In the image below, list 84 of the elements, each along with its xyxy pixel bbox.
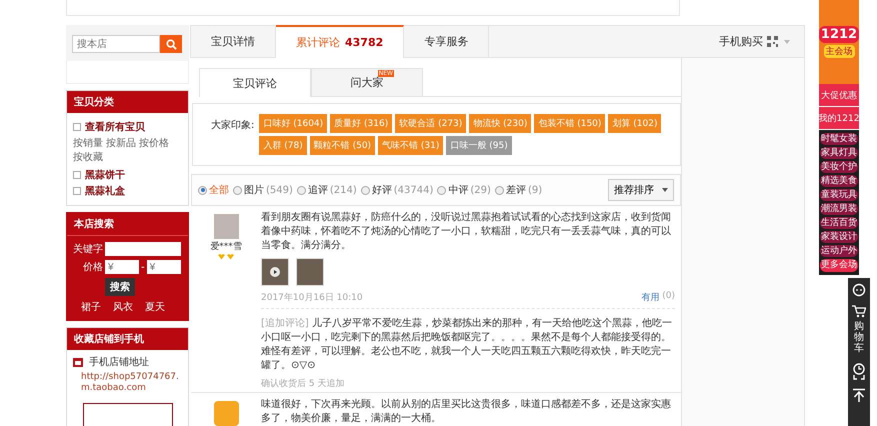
caret-icon: [662, 188, 668, 192]
tab[interactable]: 累计评论 43782: [276, 25, 404, 58]
checkbox-icon[interactable]: [73, 171, 81, 179]
phone-store-icon: [73, 358, 83, 366]
username: 爱***雪: [210, 240, 242, 253]
followup-text: [追加评论] 儿子八岁平常不爱吃生蒜，炒菜都拣出来的那种，有一天给他吃这个黑蒜，他吃一小口呕一小口，吃完剩下的黑蒜然后把晚饭都呕完了。。。。果然不是每个人都能接受得的。难怪有差评，可以理解。老公也不吃，就我一个人一天吃四五颗五六颗吃得欢快，昨天吃完一罐了。⊙▽⊙: [261, 317, 673, 373]
filter-count: (9): [528, 184, 542, 196]
venue-link[interactable]: 运动户外: [820, 245, 858, 257]
category-link[interactable]: 查看所有宝贝: [85, 120, 145, 134]
photo-thumbnail[interactable]: [296, 258, 324, 286]
hot-word-link[interactable]: 风衣: [113, 300, 133, 314]
followup-time: 确认收货后 5 天追加: [261, 378, 346, 390]
sort-link[interactable]: 按新品: [106, 136, 136, 150]
radio-button[interactable]: [494, 186, 504, 194]
radio-button[interactable]: [296, 186, 306, 194]
search-button[interactable]: [160, 35, 182, 53]
rank-hearts-icon: [218, 254, 234, 260]
price-label: 价格: [82, 260, 103, 274]
keyword-field[interactable]: [105, 242, 181, 256]
avatar: [214, 401, 238, 426]
venue-link[interactable]: 家具灯具: [820, 147, 858, 159]
keyword-label: 关键字: [72, 242, 103, 256]
sub-tab[interactable]: 宝贝评论: [199, 68, 311, 97]
filter-label[interactable]: 追评: [308, 183, 328, 197]
panel-title: 宝贝分类: [67, 91, 188, 113]
venue-link[interactable]: 美妆个护: [820, 161, 858, 173]
search-icon: [166, 38, 176, 50]
filter-label[interactable]: 中评: [448, 183, 468, 197]
review-date: 2017年10月16日 10:10: [261, 292, 363, 304]
sort-link[interactable]: 按收藏: [73, 150, 103, 164]
qr-code-icon[interactable]: [767, 36, 778, 47]
review-text: 味道很好，下次再来光顾。以前从别的店里买比这贵很多，味道口感都差不多，还是这家实惠多了，物美价廉，量足，满满的一大桶。: [261, 398, 672, 426]
filter-count: (29): [470, 184, 491, 196]
promo-link[interactable]: 大促优惠: [819, 84, 859, 107]
shop-search-field[interactable]: 搜本店: [72, 35, 160, 53]
cart-icon: [852, 305, 866, 318]
category-link[interactable]: 黑蒜礼盒: [85, 184, 125, 198]
range-dash: -: [141, 262, 145, 272]
hot-word-link[interactable]: 裙子: [81, 300, 101, 314]
mobile-buy-label: 手机购买: [719, 34, 763, 49]
filter-label[interactable]: 好评: [372, 183, 392, 197]
filter-count: (549): [266, 184, 293, 196]
promo-link[interactable]: 我的1212: [819, 107, 859, 130]
store-url-link[interactable]: http://shop57074767.m.taobao.com: [73, 372, 182, 394]
radio-button[interactable]: [233, 186, 242, 194]
more-venues-link[interactable]: 更多会场: [820, 259, 858, 272]
hot-word-link[interactable]: 夏天: [145, 300, 165, 314]
sort-link[interactable]: 按销量: [73, 136, 103, 150]
promo-banner[interactable]: 1212 主会场: [819, 0, 859, 84]
filter-label[interactable]: 差评: [506, 183, 526, 197]
tab[interactable]: 专享服务: [404, 25, 490, 58]
impressions-label: 大家印象:: [211, 118, 254, 133]
sort-dropdown[interactable]: 推荐排序: [608, 179, 674, 201]
venue-link[interactable]: 家装设计: [820, 231, 858, 243]
useful-link[interactable]: 有用: [641, 291, 660, 304]
address-label: 手机店铺地址: [89, 356, 149, 369]
cart-link[interactable]: 购物车: [852, 305, 866, 354]
history-icon[interactable]: [851, 362, 867, 380]
max-price-field[interactable]: ¥: [146, 260, 181, 274]
search-button[interactable]: 搜索: [105, 278, 135, 296]
caret-icon: [784, 40, 790, 44]
panel-title: 收藏店铺到手机: [67, 328, 188, 350]
photo-thumbnail[interactable]: [261, 258, 289, 286]
checkbox-icon[interactable]: [73, 123, 81, 131]
venue-link[interactable]: 潮流男装: [820, 203, 858, 215]
radio-button[interactable]: [360, 186, 370, 194]
radio-button[interactable]: [437, 186, 446, 194]
filter-count: (214): [330, 184, 357, 196]
radio-button[interactable]: [198, 186, 207, 194]
avatar: [214, 214, 238, 239]
venue-link[interactable]: 童装玩具: [820, 189, 858, 201]
sort-link[interactable]: 按价格: [139, 136, 169, 150]
venue-link[interactable]: 时髦女装: [820, 133, 858, 145]
venue-link[interactable]: 精选美食: [820, 175, 858, 187]
checkbox-icon[interactable]: [73, 187, 81, 195]
useful-count: (0): [662, 291, 675, 303]
review-text: 看到朋友圈有说黑蒜好，防癌什么的，没听说过黑蒜抱着试试看的心态找到这家店，收到货闻着像中药味，怀着吃不了炖汤的心情吃了一小口，软糯甜，吃完只有一丢丢蒜气味，真的可以当零食。满分满分。: [261, 211, 672, 253]
min-price-field[interactable]: ¥: [105, 260, 139, 274]
back-to-top-icon[interactable]: [852, 388, 866, 402]
chat-icon[interactable]: [852, 283, 866, 297]
filter-count: (43744): [394, 184, 434, 196]
category-link[interactable]: 黑蒜饼干: [85, 168, 125, 182]
filter-label[interactable]: 图片: [244, 183, 264, 197]
venue-link[interactable]: 生活百货: [820, 217, 858, 229]
